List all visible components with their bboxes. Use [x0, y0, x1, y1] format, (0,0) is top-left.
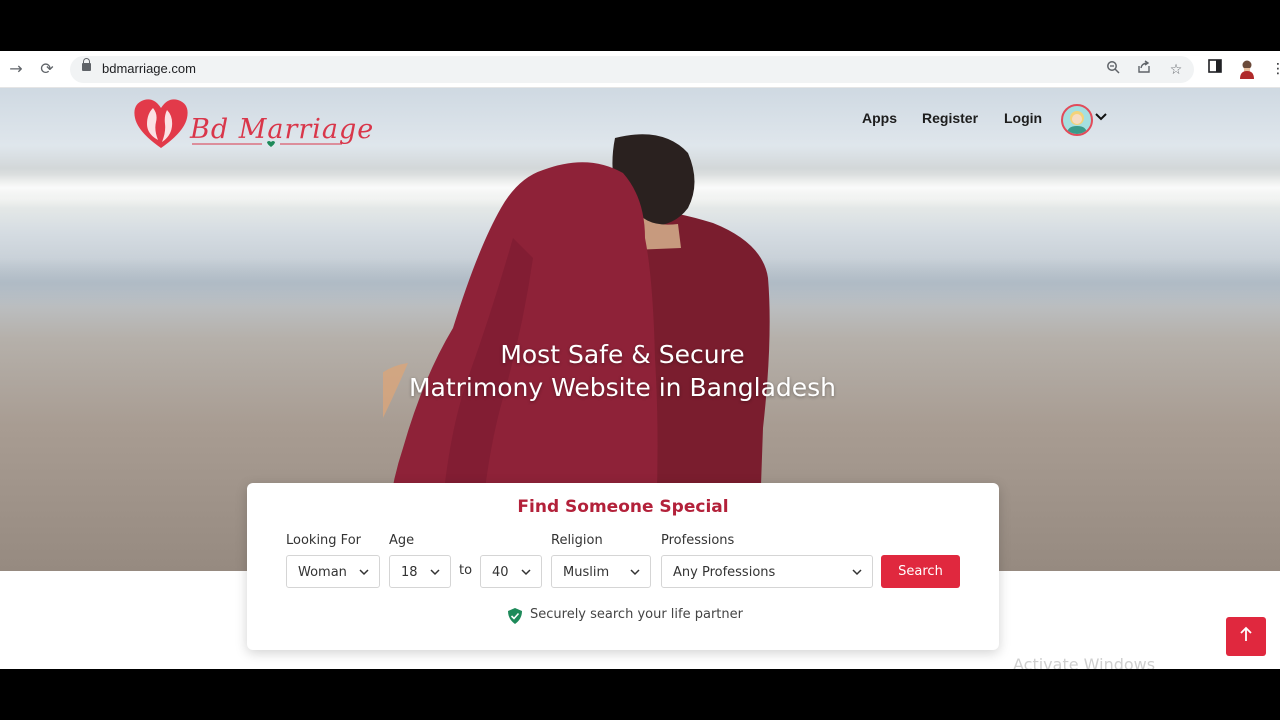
nav-register[interactable]: Register — [922, 110, 978, 126]
bookmark-star-icon[interactable]: ☆ — [1166, 60, 1186, 80]
letterbox-bottom — [0, 669, 1280, 720]
chevron-down-icon — [430, 565, 440, 579]
arrow-up-icon — [1240, 626, 1252, 641]
letterbox-top — [0, 0, 1280, 51]
looking-for-value: Woman — [298, 565, 347, 580]
age-label: Age — [389, 533, 415, 548]
chevron-down-icon — [852, 565, 862, 579]
chevron-down-icon — [359, 565, 369, 579]
search-button[interactable]: Search — [881, 555, 960, 588]
profile-avatar-icon[interactable] — [1237, 59, 1257, 79]
share-icon[interactable] — [1134, 60, 1154, 80]
reload-icon[interactable]: ⟳ — [37, 59, 57, 79]
age-min-select[interactable]: 18 — [389, 555, 451, 588]
forward-icon[interactable]: → — [6, 59, 26, 79]
web-page: Bd Marriage Apps Register Login Most Saf… — [0, 88, 1280, 669]
side-panel-icon[interactable] — [1205, 59, 1225, 79]
url-text: bdmarriage.com — [102, 61, 196, 76]
professions-select[interactable]: Any Professions — [661, 555, 873, 588]
nav-login[interactable]: Login — [1004, 110, 1042, 126]
chevron-down-icon — [521, 565, 531, 579]
nav-apps[interactable]: Apps — [862, 110, 897, 126]
hero-headline-line2: Matrimony Website in Bangladesh — [408, 373, 837, 402]
age-min-value: 18 — [401, 565, 418, 580]
chevron-down-icon — [630, 565, 640, 579]
looking-for-label: Looking For — [286, 533, 361, 548]
professions-label: Professions — [661, 533, 735, 548]
age-max-select[interactable]: 40 — [480, 555, 542, 588]
professions-value: Any Professions — [673, 565, 776, 580]
hero-headline: Most Safe & Secure Matrimony Website in … — [0, 338, 1245, 404]
religion-select[interactable]: Muslim — [551, 555, 651, 588]
scroll-to-top-button[interactable] — [1226, 617, 1266, 656]
activate-windows-watermark: Activate Windows — [1013, 655, 1156, 669]
age-separator: to — [459, 563, 473, 578]
heart-logo-icon — [134, 99, 188, 148]
religion-value: Muslim — [563, 565, 610, 580]
address-bar[interactable]: bdmarriage.com ☆ — [70, 56, 1194, 83]
more-menu-icon[interactable]: ⋮ — [1268, 59, 1280, 79]
zoom-icon[interactable] — [1103, 60, 1123, 80]
browser-toolbar: → ⟳ bdmarriage.com ☆ ⋮ — [0, 51, 1280, 88]
logo-underline — [192, 141, 342, 147]
lock-icon — [82, 58, 91, 71]
looking-for-select[interactable]: Woman — [286, 555, 380, 588]
chevron-down-icon[interactable] — [1095, 110, 1107, 126]
age-max-value: 40 — [492, 565, 509, 580]
search-card-title: Find Someone Special — [517, 497, 729, 517]
hero-headline-line1: Most Safe & Secure — [500, 340, 745, 369]
religion-label: Religion — [551, 533, 603, 548]
secure-note: Securely search your life partner — [530, 607, 743, 622]
search-card: Find Someone Special Looking For Woman A… — [247, 483, 999, 650]
user-avatar[interactable] — [1061, 104, 1093, 136]
shield-check-icon — [508, 608, 522, 624]
site-logo[interactable]: Bd Marriage — [132, 96, 373, 152]
